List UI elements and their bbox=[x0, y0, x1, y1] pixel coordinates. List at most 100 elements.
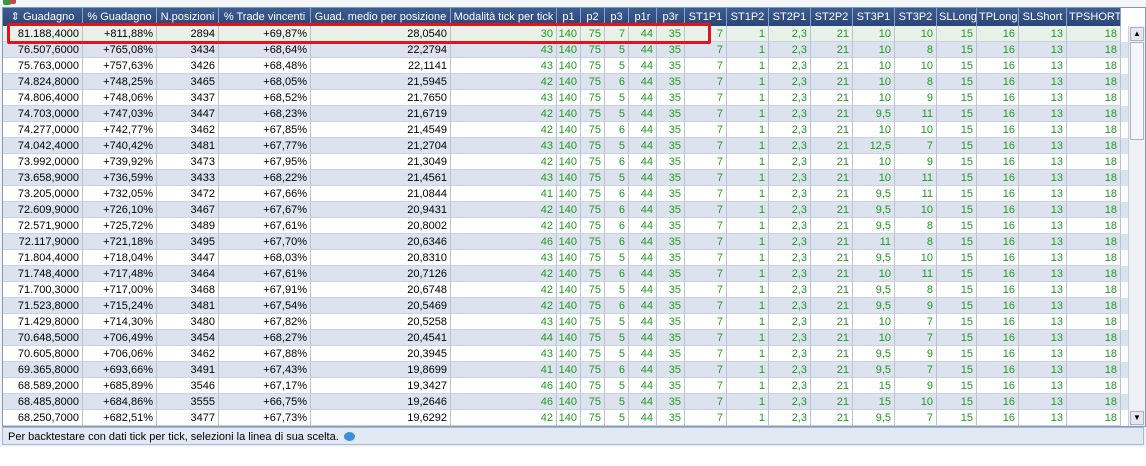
table-row[interactable]: 81.188,4000 +811,88% 2894 +69,87% 28,0540 30 1… bbox=[3, 26, 1129, 42]
grid-header: ⇕ Guadagno % Guadagno N.posizioni % Trade v… bbox=[3, 8, 1121, 26]
vertical-scrollbar[interactable]: ▲ ▼ bbox=[1128, 26, 1145, 426]
cell-pct-trade-vincenti: +67,82% bbox=[219, 314, 311, 330]
column-header-st3p2[interactable]: ST3P2 bbox=[895, 8, 937, 26]
cell-p3: 5 bbox=[605, 170, 629, 186]
cell-p2: 75 bbox=[581, 298, 605, 314]
cell-p2: 75 bbox=[581, 58, 605, 74]
cell-st1p1: 7 bbox=[685, 282, 727, 298]
cell-st3p1: 10 bbox=[853, 42, 895, 58]
table-row[interactable]: 74.277,0000 +742,77% 3462 +67,85% 21,4549 42 1… bbox=[3, 122, 1129, 138]
column-header-label: p2 bbox=[586, 11, 599, 23]
cell-sl-short: 13 bbox=[1019, 74, 1067, 90]
cell-p3r: 35 bbox=[657, 138, 685, 154]
column-header-p3r[interactable]: p3r bbox=[657, 8, 685, 26]
scroll-thumb[interactable] bbox=[1130, 42, 1144, 140]
cell-pct-guadagno: +811,88% bbox=[83, 26, 157, 42]
cell-n-posizioni: 3477 bbox=[157, 410, 219, 426]
cell-guadagno: 70.648,5000 bbox=[3, 330, 83, 346]
table-row[interactable]: 70.648,5000 +706,49% 3454 +68,27% 20,4541 44 1… bbox=[3, 330, 1129, 346]
column-header-guad-medio[interactable]: Guad. medio per posizione bbox=[311, 8, 451, 26]
column-header-st3p1[interactable]: ST3P1 bbox=[853, 8, 895, 26]
table-row[interactable]: 73.992,0000 +739,92% 3473 +67,95% 21,3049 42 1… bbox=[3, 154, 1129, 170]
column-header-p3[interactable]: p3 bbox=[605, 8, 629, 26]
column-header-pct-trade-vincenti[interactable]: % Trade vincenti bbox=[219, 8, 311, 26]
table-row[interactable]: 72.571,9000 +725,72% 3489 +67,61% 20,8002 42 1… bbox=[3, 218, 1129, 234]
cell-st1p2: 1 bbox=[727, 314, 769, 330]
cell-st1p2: 1 bbox=[727, 282, 769, 298]
cell-st2p1: 2,3 bbox=[769, 362, 811, 378]
column-header-modalita-tick[interactable]: Modalità tick per tick bbox=[451, 8, 557, 26]
table-row[interactable]: 75.763,0000 +757,63% 3426 +68,48% 22,1141 43 1… bbox=[3, 58, 1129, 74]
cell-modalita-tick: 42 bbox=[451, 202, 557, 218]
table-row[interactable]: 74.806,4000 +748,06% 3437 +68,52% 21,7650 43 1… bbox=[3, 90, 1129, 106]
cell-tp-short: 18 bbox=[1067, 122, 1121, 138]
column-header-sl-short[interactable]: SLShort bbox=[1019, 8, 1067, 26]
column-header-n-posizioni[interactable]: N.posizioni bbox=[157, 8, 219, 26]
column-header-p1[interactable]: p1 bbox=[557, 8, 581, 26]
cell-tp-long: 16 bbox=[977, 170, 1019, 186]
cell-st3p1: 9,5 bbox=[853, 106, 895, 122]
table-row[interactable]: 74.703,0000 +747,03% 3447 +68,23% 21,6719 42 1… bbox=[3, 106, 1129, 122]
table-row[interactable]: 68.589,2000 +685,89% 3546 +67,17% 19,3427 46 1… bbox=[3, 378, 1129, 394]
column-header-tp-short[interactable]: TPSHORT bbox=[1067, 8, 1121, 26]
grid-body[interactable]: 81.188,4000 +811,88% 2894 +69,87% 28,0540 30 1… bbox=[3, 26, 1129, 426]
column-header-st1p1[interactable]: ST1P1 bbox=[685, 8, 727, 26]
table-row[interactable]: 68.485,8000 +684,86% 3555 +66,75% 19,2646 46 1… bbox=[3, 394, 1129, 410]
cell-p2: 75 bbox=[581, 26, 605, 42]
results-grid[interactable]: ⇕ Guadagno % Guadagno N.posizioni % Trade v… bbox=[2, 7, 1146, 427]
cell-tp-long: 16 bbox=[977, 234, 1019, 250]
table-row[interactable]: 71.804,4000 +718,04% 3447 +68,03% 20,8310 43 1… bbox=[3, 250, 1129, 266]
chat-bubble-icon[interactable] bbox=[343, 432, 355, 441]
column-header-label: N.posizioni bbox=[160, 11, 215, 23]
cell-st1p2: 1 bbox=[727, 42, 769, 58]
column-header-st1p2[interactable]: ST1P2 bbox=[727, 8, 769, 26]
column-header-guadagno[interactable]: ⇕ Guadagno bbox=[3, 8, 83, 26]
column-header-p2[interactable]: p2 bbox=[581, 8, 605, 26]
table-row[interactable]: 71.429,8000 +714,30% 3480 +67,82% 20,5258 43 1… bbox=[3, 314, 1129, 330]
cell-p3: 6 bbox=[605, 74, 629, 90]
column-header-st2p2[interactable]: ST2P2 bbox=[811, 8, 853, 26]
table-row[interactable]: 71.700,3000 +717,00% 3468 +67,91% 20,6748 42 1… bbox=[3, 282, 1129, 298]
table-row[interactable]: 74.042,4000 +740,42% 3481 +67,77% 21,2704 43 1… bbox=[3, 138, 1129, 154]
scroll-down-icon[interactable]: ▼ bbox=[1130, 411, 1144, 425]
cell-guadagno: 76.507,6000 bbox=[3, 42, 83, 58]
cell-pct-guadagno: +721,18% bbox=[83, 234, 157, 250]
cell-sl-long: 15 bbox=[937, 154, 977, 170]
table-row[interactable]: 76.507,6000 +765,08% 3434 +68,64% 22,2794 43 1… bbox=[3, 42, 1129, 58]
cell-p1r: 44 bbox=[629, 330, 657, 346]
cell-guadagno: 69.365,8000 bbox=[3, 362, 83, 378]
table-row[interactable]: 72.609,9000 +726,10% 3467 +67,67% 20,9431 42 1… bbox=[3, 202, 1129, 218]
column-header-p1r[interactable]: p1r bbox=[629, 8, 657, 26]
column-header-st2p1[interactable]: ST2P1 bbox=[769, 8, 811, 26]
cell-st1p1: 7 bbox=[685, 298, 727, 314]
table-row[interactable]: 69.365,8000 +693,66% 3491 +67,43% 19,8699 41 1… bbox=[3, 362, 1129, 378]
table-row[interactable]: 72.117,9000 +721,18% 3495 +67,70% 20,6346 46 1… bbox=[3, 234, 1129, 250]
cell-p3: 6 bbox=[605, 266, 629, 282]
column-header-sl-long[interactable]: SLLong bbox=[937, 8, 977, 26]
cell-sl-short: 13 bbox=[1019, 330, 1067, 346]
cell-p3: 5 bbox=[605, 410, 629, 426]
cell-pct-trade-vincenti: +67,91% bbox=[219, 282, 311, 298]
cell-sl-short: 13 bbox=[1019, 234, 1067, 250]
table-row[interactable]: 71.748,4000 +717,48% 3464 +67,61% 20,7126 42 1… bbox=[3, 266, 1129, 282]
column-header-label: p3 bbox=[610, 11, 623, 23]
cell-p2: 75 bbox=[581, 218, 605, 234]
table-row[interactable]: 71.523,8000 +715,24% 3481 +67,54% 20,5469 42 1… bbox=[3, 298, 1129, 314]
column-header-pct-guadagno[interactable]: % Guadagno bbox=[83, 8, 157, 26]
column-header-tp-long[interactable]: TPLong bbox=[977, 8, 1019, 26]
cell-p1r: 44 bbox=[629, 218, 657, 234]
table-row[interactable]: 73.205,0000 +732,05% 3472 +67,66% 21,0844 41 1… bbox=[3, 186, 1129, 202]
cell-p2: 75 bbox=[581, 138, 605, 154]
table-row[interactable]: 74.824,8000 +748,25% 3465 +68,05% 21,5945 42 1… bbox=[3, 74, 1129, 90]
cell-st2p1: 2,3 bbox=[769, 170, 811, 186]
table-row[interactable]: 68.250,7000 +682,51% 3477 +67,73% 19,6292 42 1… bbox=[3, 410, 1129, 426]
cell-pct-trade-vincenti: +68,23% bbox=[219, 106, 311, 122]
cell-sl-short: 13 bbox=[1019, 42, 1067, 58]
cell-modalita-tick: 42 bbox=[451, 106, 557, 122]
cell-st1p1: 7 bbox=[685, 170, 727, 186]
scroll-up-icon[interactable]: ▲ bbox=[1130, 27, 1144, 41]
table-row[interactable]: 73.658,9000 +736,59% 3433 +68,22% 21,4561 43 1… bbox=[3, 170, 1129, 186]
cell-st2p1: 2,3 bbox=[769, 394, 811, 410]
cell-tp-long: 16 bbox=[977, 330, 1019, 346]
table-row[interactable]: 70.605,8000 +706,06% 3462 +67,88% 20,3945 43 1… bbox=[3, 346, 1129, 362]
